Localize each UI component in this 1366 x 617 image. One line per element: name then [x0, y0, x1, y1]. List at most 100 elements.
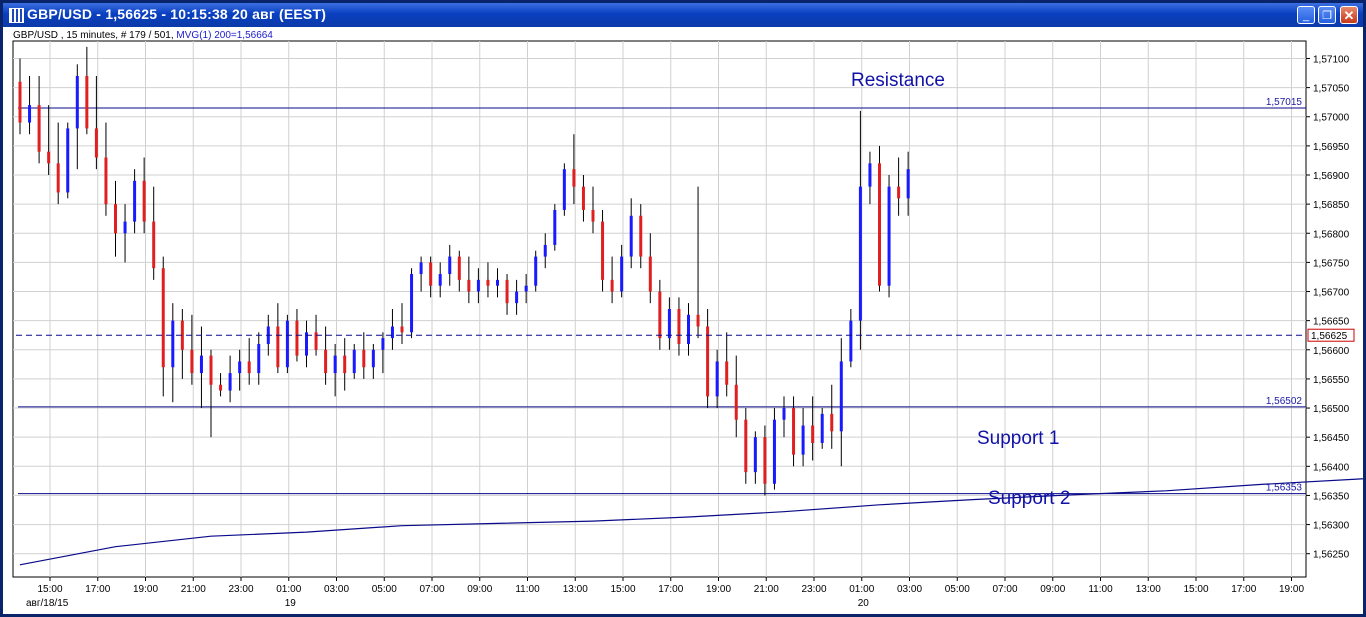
candle-body: [171, 320, 175, 368]
y-tick-label: 1,56550: [1313, 375, 1350, 386]
candle-body: [792, 408, 796, 455]
y-tick-label: 1,56800: [1313, 229, 1350, 240]
candle-body: [467, 279, 471, 292]
y-tick-label: 1,56350: [1313, 491, 1350, 502]
candle-body: [228, 373, 232, 391]
candle-body: [667, 309, 671, 339]
candle-body: [696, 314, 700, 327]
maximize-button[interactable]: ❐: [1318, 6, 1336, 24]
candle-body: [906, 169, 910, 199]
candle-body: [534, 256, 538, 286]
minimize-button[interactable]: _: [1297, 6, 1315, 24]
support-2-annotation: Support 2: [988, 488, 1071, 509]
candle-body: [486, 279, 490, 286]
chart-area[interactable]: 1,56250 1,56300 1,56350 1,56400 1,56450 1,565…: [3, 27, 1363, 614]
candle-body: [629, 215, 633, 257]
candle-body: [362, 349, 366, 368]
candle-body: [419, 262, 423, 275]
x-tick-label: 17:00: [1231, 584, 1256, 595]
x-tick-label: 03:00: [897, 584, 922, 595]
candle-body: [639, 215, 643, 257]
candle-body: [295, 320, 299, 356]
x-tick-label: 19:00: [1279, 584, 1304, 595]
candle-body: [476, 279, 480, 292]
y-tick-label: 1,56700: [1313, 288, 1350, 299]
x-tick-label: 13:00: [563, 584, 588, 595]
x-tick-label: 07:00: [419, 584, 444, 595]
candle-body: [782, 408, 786, 420]
y-tick-label: 1,56850: [1313, 200, 1350, 211]
chart-app-icon: [9, 8, 24, 23]
candle-body: [75, 75, 79, 129]
x-tick-label: 09:00: [1040, 584, 1065, 595]
candle-body: [897, 186, 901, 199]
candle-body: [85, 75, 89, 129]
y-tick-label: 1,56250: [1313, 550, 1350, 561]
candle-body: [18, 81, 22, 123]
title-bar[interactable]: GBP/USD - 1,56625 - 10:15:38 20 авг (EES…: [3, 3, 1363, 27]
candle-body: [524, 285, 528, 292]
x-tick-label: 01:00: [276, 584, 301, 595]
x-tick-label: 05:00: [372, 584, 397, 595]
candle-body: [887, 186, 891, 286]
x-tick-label: 19:00: [133, 584, 158, 595]
candle-body: [390, 326, 394, 339]
y-tick-label: 1,56500: [1313, 404, 1350, 415]
candle-body: [371, 349, 375, 368]
x-tick-label: 17:00: [85, 584, 110, 595]
candle-body: [343, 355, 347, 374]
candle-body: [142, 180, 146, 222]
candle-body: [276, 326, 280, 368]
candle-body: [104, 157, 108, 205]
candle-body: [457, 256, 461, 280]
y-tick-label: 1,56750: [1313, 258, 1350, 269]
candle-body: [610, 279, 614, 292]
x-tick-label: 17:00: [658, 584, 683, 595]
candle-body: [543, 244, 547, 257]
x-tick-label: 11:00: [515, 584, 540, 595]
candle-body: [257, 343, 261, 374]
candle-body: [333, 355, 337, 374]
y-tick-label: 1,56400: [1313, 462, 1350, 473]
y-tick-label: 1,56600: [1313, 346, 1350, 357]
candle-body: [66, 128, 70, 193]
level-value-label: 1,57015: [1266, 97, 1303, 108]
x-tick-label: 05:00: [945, 584, 970, 595]
candle-body: [620, 256, 624, 292]
candle-body: [438, 274, 442, 286]
x-tick-label: 07:00: [992, 584, 1017, 595]
y-tick-label: 1,56650: [1313, 317, 1350, 328]
x-tick-label: 03:00: [324, 584, 349, 595]
candle-body: [849, 320, 853, 362]
x-tick-label: 11:00: [1088, 584, 1113, 595]
candle-body: [591, 209, 595, 222]
x-tick-label: 21:00: [754, 584, 779, 595]
candle-body: [285, 320, 289, 368]
indicator-info: MVG(1) 200=1,56664: [176, 30, 273, 41]
candle-body: [381, 338, 385, 350]
candle-body: [581, 186, 585, 210]
candle-body: [811, 425, 815, 443]
candle-body: [658, 291, 662, 339]
close-button[interactable]: ✕: [1340, 6, 1358, 24]
x-tick-label: 19:00: [706, 584, 731, 595]
candle-body: [305, 332, 308, 356]
y-tick-label: 1,56300: [1313, 521, 1350, 532]
app-window: GBP/USD - 1,56625 - 10:15:38 20 авг (EES…: [0, 0, 1366, 617]
price-chart[interactable]: 1,56250 1,56300 1,56350 1,56400 1,56450 1,565…: [3, 27, 1363, 614]
candle-body: [505, 279, 509, 304]
candle-body: [648, 256, 652, 292]
candle-body: [868, 163, 872, 187]
candle-body: [209, 355, 213, 385]
candle-body: [601, 221, 605, 280]
candle-body: [839, 361, 843, 432]
y-tick-label: 1,57050: [1313, 84, 1350, 95]
candle-body: [496, 279, 499, 286]
resistance-annotation: Resistance: [851, 70, 945, 91]
x-tick-label: 09:00: [467, 584, 492, 595]
y-tick-label: 1,56900: [1313, 171, 1350, 182]
x-tick-label: 15:00: [610, 584, 635, 595]
x-date-label: 20: [858, 598, 870, 609]
x-tick-label: 15:00: [1183, 584, 1208, 595]
x-date-label: авг/18/15: [26, 598, 69, 609]
